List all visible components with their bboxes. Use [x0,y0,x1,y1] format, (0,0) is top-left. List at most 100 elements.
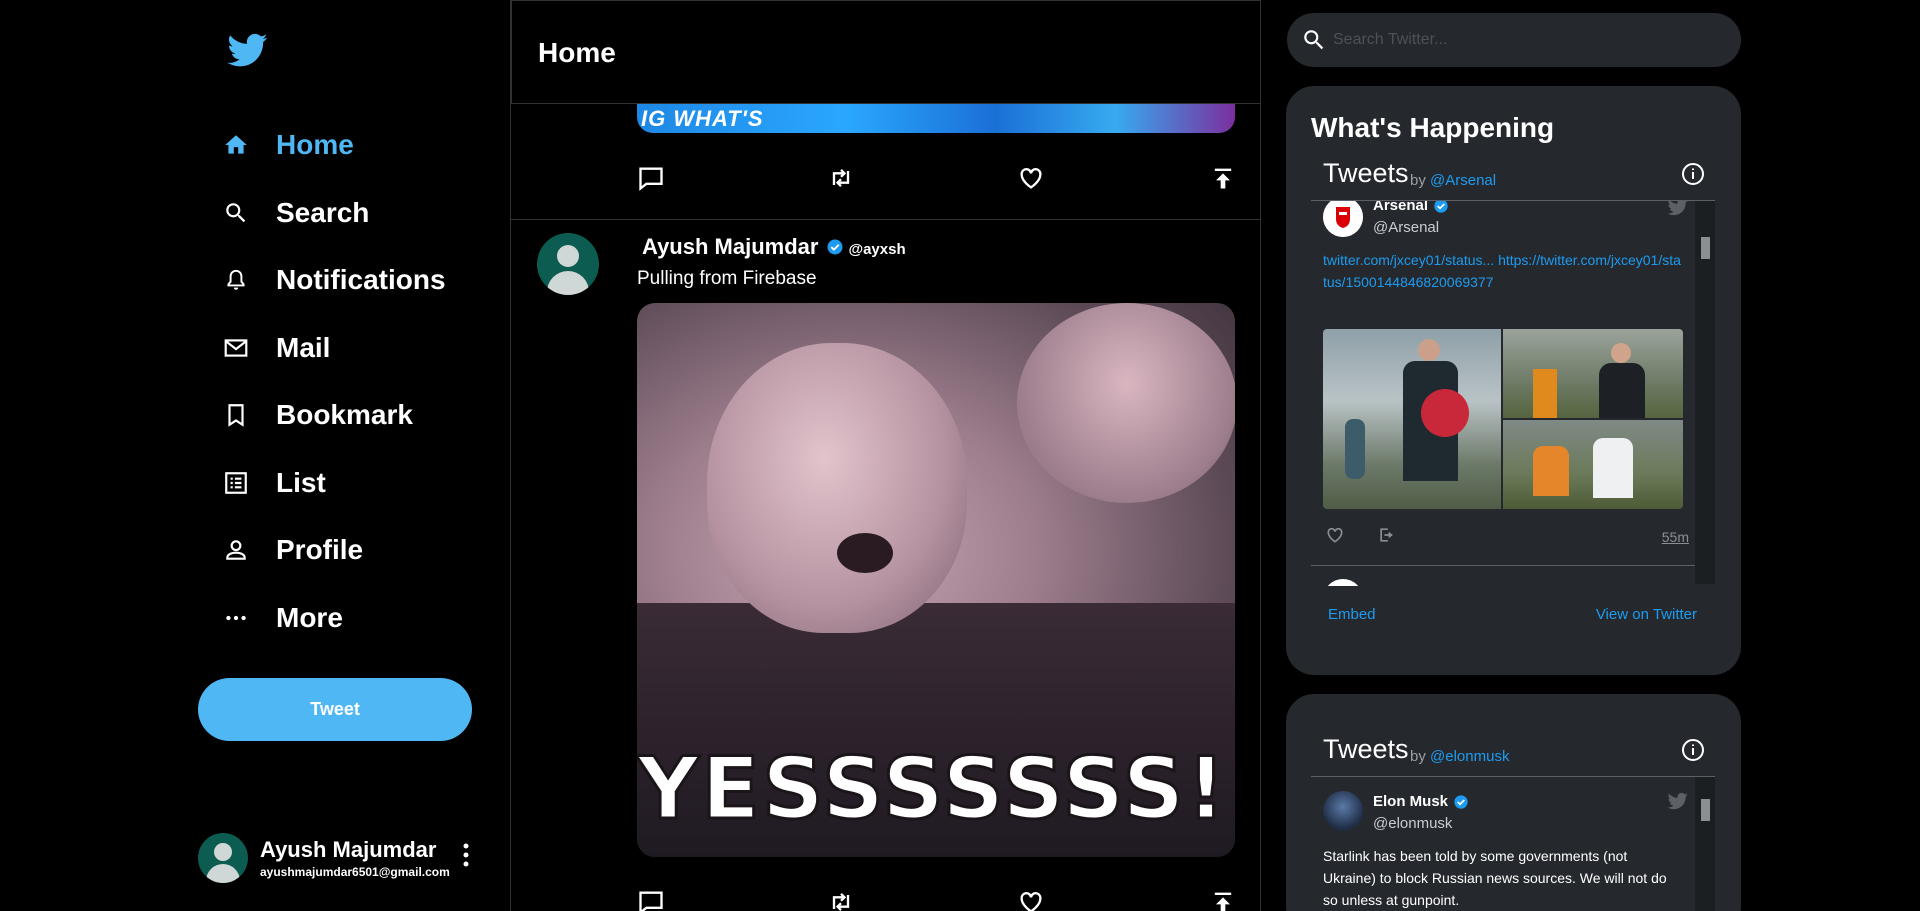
nav-home-label: Home [276,129,354,160]
timeline-account-link[interactable]: @elonmusk [1430,748,1509,765]
tweet-author-handle: @Arsenal [1373,219,1440,236]
share-icon[interactable] [1377,525,1397,545]
timeline-scrollbar[interactable] [1695,777,1715,911]
account-switcher[interactable]: Ayush Majumdar ayushmajumdar6501@gmail.c… [198,832,474,884]
nav-home[interactable]: Home [222,123,354,167]
timeline-by: by @Arsenal [1410,172,1497,189]
like-icon[interactable] [1325,525,1345,545]
feed: Home IG WHAT'S Ayush Majumdar @ayxsh Pul… [510,0,1261,911]
timeline-account-link[interactable]: @Arsenal [1430,172,1496,189]
scrollbar-thumb[interactable] [1701,799,1710,821]
nav-search[interactable]: Search [222,191,369,235]
sidebar: Home Search Notifications Mail Bookmark [198,0,474,911]
profile-name: Ayush Majumdar [260,837,437,862]
twitter-logo-icon[interactable] [226,30,270,70]
tweet-photo-grid[interactable] [1323,329,1683,509]
post-author-handle[interactable]: @ayxsh [848,241,905,258]
arsenal-timeline-widget: Tweets by @Arsenal Arsenal @Arsenal twit… [1311,154,1715,586]
post-media-gif[interactable]: YESSSSSSS!! [637,303,1235,857]
tweet-author-name: Elon Musk [1373,793,1449,810]
post-actions [637,164,1237,194]
arsenal-avatar [1323,201,1363,237]
whats-happening-card: What's Happening Tweets by @Arsenal Arse… [1286,86,1741,675]
tweet-author: Arsenal [1373,201,1449,214]
whats-happening-title: What's Happening [1311,112,1555,143]
twitter-bird-icon[interactable] [1667,201,1689,217]
embedded-tweet[interactable]: Arsenal @Arsenal twitter.com/jxcey01/sta… [1311,201,1715,586]
verified-badge-icon [827,239,843,255]
reply-icon[interactable] [637,888,665,911]
nav-more-label: More [276,602,343,633]
post-divider [511,219,1260,220]
post-text: Pulling from Firebase [637,268,817,289]
nav-notifications-label: Notifications [276,264,446,295]
more-dots-icon [222,604,250,632]
embed-link[interactable]: Embed [1328,606,1376,623]
list-icon [222,469,250,497]
home-icon [222,131,250,159]
search-icon [222,199,250,227]
tweet-timestamp[interactable]: 55m [1662,529,1689,545]
post-header: Ayush Majumdar @ayxsh [642,234,906,260]
like-icon[interactable] [1017,164,1045,192]
tweet-author-name: Arsenal [1373,201,1429,214]
nav-bookmark-label: Bookmark [276,399,413,430]
twitter-app: Home Search Notifications Mail Bookmark [0,0,1920,911]
search-bar [1287,13,1741,67]
page-title: Home [538,37,616,68]
timeline-scrollbar[interactable] [1695,201,1715,584]
share-icon[interactable] [1209,888,1237,911]
retweet-icon[interactable] [827,888,855,911]
timeline-title: Tweets [1323,734,1409,764]
timeline-header: Tweets by @elonmusk [1311,730,1715,776]
verified-badge-icon [1454,794,1468,809]
post-author-name[interactable]: Ayush Majumdar [642,234,818,260]
retweet-icon[interactable] [827,164,855,192]
tweet-button[interactable]: Tweet [198,678,472,741]
nav-profile[interactable]: Profile [222,528,363,572]
tweet-photo[interactable] [1323,329,1501,509]
verified-badge-icon [1434,201,1448,213]
tweet-photo[interactable] [1503,329,1683,418]
banner-text: IG WHAT'S [641,106,764,131]
share-icon[interactable] [1209,164,1237,192]
avatar[interactable] [537,233,599,295]
tweet-author-handle: @elonmusk [1373,815,1453,832]
gif-caption: YESSSSSSS!! [637,738,1235,841]
nav-list-label: List [276,467,326,498]
info-icon[interactable] [1681,162,1705,186]
tweet-link-short[interactable]: twitter.com/jxcey01/status... [1323,252,1494,268]
nav-profile-label: Profile [276,534,364,565]
profile-email: ayushmajumdar6501@gmail.com [260,865,450,879]
tweet-body: twitter.com/jxcey01/status... https://tw… [1323,249,1683,293]
nav-bookmark[interactable]: Bookmark [222,393,413,437]
twitter-bird-icon[interactable] [1667,791,1689,811]
mail-icon [222,334,250,362]
tweet-photo[interactable] [1503,420,1683,509]
nav-notifications[interactable]: Notifications [222,258,446,302]
info-icon[interactable] [1681,738,1705,762]
timeline-title: Tweets [1323,158,1409,188]
feed-header: Home [511,0,1260,104]
bookmark-icon [222,401,250,429]
nav-list[interactable]: List [222,461,326,505]
embedded-tweet[interactable]: Elon Musk @elonmusk Starlink has been to… [1311,777,1715,911]
search-input[interactable] [1333,25,1723,55]
nav-mail-label: Mail [276,332,331,363]
like-icon[interactable] [1017,888,1045,911]
elonmusk-timeline-card: Tweets by @elonmusk Elon Musk @elonmusk … [1286,694,1741,911]
elon-avatar [1323,791,1363,831]
bell-icon [222,266,250,294]
nav-mail[interactable]: Mail [222,326,330,370]
kebab-menu-icon[interactable] [458,840,474,870]
elonmusk-timeline-widget: Tweets by @elonmusk Elon Musk @elonmusk … [1311,730,1715,911]
view-on-twitter-link[interactable]: View on Twitter [1596,606,1697,623]
scrollbar-thumb[interactable] [1701,237,1710,259]
reply-icon[interactable] [637,164,665,192]
post-actions [637,888,1237,911]
nav-more[interactable]: More [222,596,343,640]
timeline-header: Tweets by @Arsenal [1311,154,1715,200]
tweet-author: Elon Musk [1373,793,1469,810]
person-icon [222,536,250,564]
nav-search-label: Search [276,197,370,228]
